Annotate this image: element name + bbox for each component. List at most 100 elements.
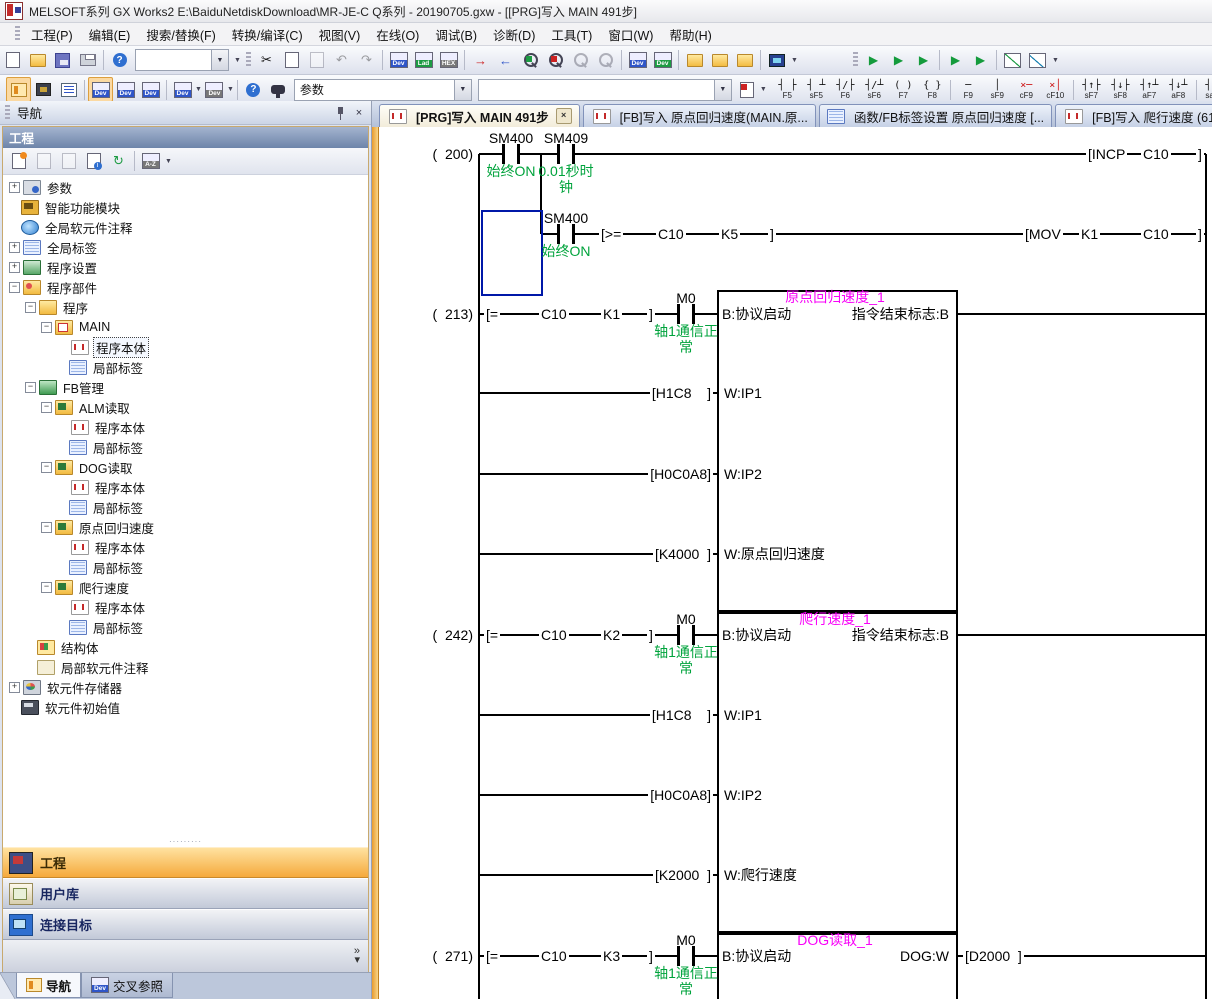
dropdown-arrow-icon[interactable]: ▼ xyxy=(232,49,243,71)
close-icon[interactable]: × xyxy=(351,106,367,120)
device-label-table-button[interactable]: Dev xyxy=(113,77,138,102)
menu-convert-compile[interactable]: 转换/编译(C) xyxy=(224,22,311,47)
toolbar-grip[interactable] xyxy=(853,52,858,68)
page-find-button[interactable] xyxy=(735,77,760,102)
tree-main-local-label[interactable]: 局部标签 xyxy=(3,357,368,377)
monitor-pulse-button[interactable]: ▶ xyxy=(911,48,936,73)
find-combo-arrow-icon[interactable]: ▼ xyxy=(714,80,731,100)
find-binocular-button[interactable] xyxy=(266,77,291,102)
toolbar-grip[interactable] xyxy=(246,52,251,68)
device-skip-button[interactable]: Dev xyxy=(202,77,227,102)
tree-program[interactable]: −程序 xyxy=(3,297,368,317)
find-combo[interactable]: ▼ xyxy=(478,79,732,101)
module-configuration-button[interactable] xyxy=(31,77,56,102)
tree-fb-creep-speed[interactable]: −爬行速度 xyxy=(3,577,368,597)
splitter-dots[interactable]: ········· xyxy=(3,837,368,847)
zoom-combo[interactable]: ▼ xyxy=(135,49,229,71)
tree-expander-icon[interactable]: + xyxy=(9,242,20,253)
tree-device-initial-value[interactable]: 软元件初始值 xyxy=(3,697,368,717)
menu-grip[interactable] xyxy=(15,26,20,42)
statement-jump-button[interactable] xyxy=(707,48,732,73)
cut-button[interactable]: ✂ xyxy=(254,48,279,73)
ladder-editor[interactable]: ( 200)( 213)( 242)( 271)SM400SM409SM400M… xyxy=(372,127,1212,999)
device-comment-edit-button[interactable]: Dev xyxy=(650,48,675,73)
open-button[interactable] xyxy=(25,48,50,73)
search-red-button[interactable] xyxy=(543,48,568,73)
copy-button[interactable] xyxy=(279,48,304,73)
delete-horizontal-line-button[interactable]: ×─cF9 xyxy=(1012,76,1041,104)
menu-diagnostics[interactable]: 诊断(D) xyxy=(485,22,543,47)
pulse-rising-button[interactable]: ┤↑├sF7 xyxy=(1077,76,1106,104)
new-item-button[interactable] xyxy=(6,149,31,174)
sampling-trace-button[interactable] xyxy=(1000,48,1025,73)
pulse-falling-button[interactable]: ┤↓├sF8 xyxy=(1106,76,1135,104)
pulse-rising-branch-button[interactable]: ┤↑┴aF7 xyxy=(1135,76,1164,104)
menu-debug[interactable]: 调试(B) xyxy=(427,22,485,47)
menu-online[interactable]: 在线(O) xyxy=(368,22,427,47)
pulse-not-rising-button[interactable]: ┤⇑├saF5 xyxy=(1200,76,1212,104)
monitor-stop-button[interactable]: ▶ xyxy=(886,48,911,73)
horizontal-line-button[interactable]: ─F9 xyxy=(954,76,983,104)
tree-expander-icon[interactable]: − xyxy=(41,462,52,473)
target-combo[interactable]: 参数▼ xyxy=(294,79,472,101)
tree-main-program-body[interactable]: 程序本体 xyxy=(3,337,368,357)
menu-project[interactable]: 工程(P) xyxy=(23,22,81,47)
ladder-find-button[interactable]: Lad xyxy=(411,48,436,73)
tree-expander-icon[interactable]: − xyxy=(25,382,36,393)
sampling-trace-setting-button[interactable] xyxy=(1025,48,1050,73)
tree-fb-dog-read[interactable]: −DOG读取 xyxy=(3,457,368,477)
tree-expander-icon[interactable]: + xyxy=(9,182,20,193)
device-display-mode-button[interactable]: Dev xyxy=(170,77,195,102)
refresh-button[interactable]: ↻ xyxy=(106,149,131,174)
tree-structure[interactable]: 结构体 xyxy=(3,637,368,657)
tree-expander-icon[interactable]: − xyxy=(41,582,52,593)
help-button[interactable]: ? xyxy=(107,48,132,73)
ladder-canvas[interactable]: ( 200)( 213)( 242)( 271)SM400SM409SM400M… xyxy=(379,127,1212,999)
tree-creep-local-label[interactable]: 局部标签 xyxy=(3,617,368,637)
tree-device-memory[interactable]: +软元件存储器 xyxy=(3,677,368,697)
navigation-grip[interactable] xyxy=(5,105,10,121)
tree-global-label[interactable]: +全局标签 xyxy=(3,237,368,257)
monitor-watch-button[interactable]: ▶ xyxy=(943,48,968,73)
coil-button[interactable]: ( )F7 xyxy=(889,76,918,104)
close-contact-button[interactable]: ┤/├F6 xyxy=(831,76,860,104)
dropdown-arrow-icon[interactable]: ▼ xyxy=(760,79,767,101)
tree-local-device-comment[interactable]: 局部软元件注释 xyxy=(3,657,368,677)
stack-project[interactable]: 工程 xyxy=(3,847,368,878)
tree-alm-local-label[interactable]: 局部标签 xyxy=(3,437,368,457)
pin-icon[interactable] xyxy=(331,106,347,120)
tree-expander-icon[interactable]: − xyxy=(41,322,52,333)
dropdown-arrow-icon[interactable]: ▼ xyxy=(163,150,174,172)
search-green-button[interactable] xyxy=(518,48,543,73)
statement-insert-button[interactable] xyxy=(682,48,707,73)
tree-main[interactable]: −MAIN xyxy=(3,317,368,337)
navigation-window-button[interactable] xyxy=(6,77,31,102)
monitor-display-button[interactable] xyxy=(764,48,789,73)
stack-connection-target[interactable]: 连接目标 xyxy=(3,909,368,940)
tree-home-program-body[interactable]: 程序本体 xyxy=(3,537,368,557)
jump-forward-button[interactable]: → xyxy=(468,48,493,73)
tab-creep-speed-fb[interactable]: [FB]写入 爬行速度 (61)步 xyxy=(1055,104,1212,127)
tab-home-speed-fb[interactable]: [FB]写入 原点回归速度(MAIN.原... xyxy=(583,104,816,127)
device-comment-button[interactable]: Dev xyxy=(625,48,650,73)
tree-home-local-label[interactable]: 局部标签 xyxy=(3,557,368,577)
tree-fb-home-speed[interactable]: −原点回归速度 xyxy=(3,517,368,537)
tree-expander-icon[interactable]: + xyxy=(9,682,20,693)
tree-alm-program-body[interactable]: 程序本体 xyxy=(3,417,368,437)
bottom-tab-cross-reference[interactable]: Dev交叉参照 xyxy=(81,973,173,998)
print-button[interactable] xyxy=(75,48,100,73)
zoom-combo-arrow-icon[interactable]: ▼ xyxy=(211,50,228,70)
tree-expander-icon[interactable]: + xyxy=(9,262,20,273)
menu-view[interactable]: 视图(V) xyxy=(311,22,369,47)
menu-find-replace[interactable]: 搜索/替换(F) xyxy=(138,22,223,47)
tree-expander-icon[interactable]: − xyxy=(41,402,52,413)
tree-expander-icon[interactable]: − xyxy=(41,522,52,533)
target-combo-arrow-icon[interactable]: ▼ xyxy=(454,80,471,100)
sort-button[interactable]: A-Z xyxy=(138,149,163,174)
dropdown-arrow-icon[interactable]: ▼ xyxy=(789,49,800,71)
tree-pou[interactable]: −程序部件 xyxy=(3,277,368,297)
help-what-button[interactable]: ? xyxy=(241,77,266,102)
tree-dog-program-body[interactable]: 程序本体 xyxy=(3,477,368,497)
menu-edit[interactable]: 编辑(E) xyxy=(81,22,139,47)
pulse-falling-branch-button[interactable]: ┤↓┴aF8 xyxy=(1164,76,1193,104)
